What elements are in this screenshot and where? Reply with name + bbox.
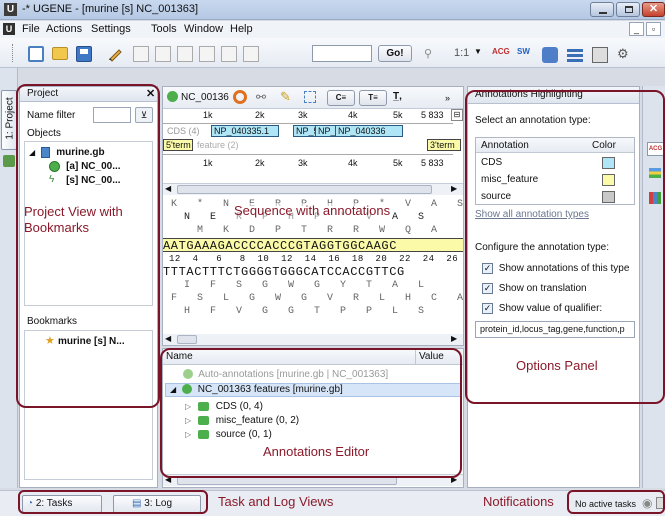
align-icon[interactable] — [567, 47, 583, 63]
sequence-tab-icon — [167, 91, 178, 102]
select-region-icon[interactable] — [304, 91, 316, 103]
highlight-icon[interactable]: ✎ — [280, 89, 291, 105]
callout-project-view: Project View with Bookmarks — [24, 204, 123, 235]
five-prime-term-feature[interactable]: 5'term — [163, 139, 193, 151]
callout-notifications: Notifications — [483, 494, 554, 509]
menu-actions[interactable]: Actions — [46, 23, 82, 35]
app-icon: U — [4, 3, 17, 16]
minimize-button[interactable] — [590, 2, 614, 17]
menu-tools[interactable]: Tools — [151, 23, 177, 35]
find-pattern-icon[interactable] — [542, 47, 558, 63]
maximize-button[interactable] — [616, 2, 640, 17]
new-document-icon[interactable] — [28, 46, 44, 62]
paste-icon[interactable] — [155, 46, 171, 62]
title-bar: U -* UGENE - [murine [s] NC_001363] ✕ — [0, 0, 665, 20]
menu-app-icon[interactable]: U — [3, 23, 15, 35]
goto-position-input[interactable] — [312, 45, 372, 62]
project-side-icon — [3, 155, 15, 167]
callout-box-task-log — [18, 490, 208, 514]
overflow-icon[interactable]: » — [445, 93, 450, 103]
translation-toggle-button[interactable]: T≡ — [359, 90, 387, 106]
three-prime-term-feature[interactable]: 3'term — [427, 139, 461, 151]
copy-icon[interactable] — [133, 46, 149, 62]
zoom-level: 1:1 — [454, 47, 470, 59]
overview-scrollbar-thumb[interactable] — [177, 185, 432, 194]
feature-track-label: feature (2) — [197, 140, 239, 150]
window-title: -* UGENE - [murine [s] NC_001363] — [22, 3, 199, 15]
complement-toggle-button[interactable]: C≡ — [327, 90, 355, 106]
overview-toggle-button[interactable]: ⊟ — [451, 109, 463, 121]
cds-feature-1[interactable]: NP_040335.1 — [211, 125, 279, 137]
edit-icon[interactable] — [107, 46, 123, 62]
mdi-minimize-button[interactable]: _ — [629, 22, 644, 36]
misc-feature-track: 5'term feature (2) 3'term — [163, 139, 463, 152]
save-icon[interactable] — [76, 46, 92, 62]
sequence-tab-label[interactable]: NC_00136 — [181, 92, 229, 103]
mdi-restore-button[interactable]: ▫ — [646, 22, 661, 36]
callout-task-log: Task and Log Views — [218, 494, 334, 509]
side-tab-project[interactable]: 1: Project — [1, 90, 17, 150]
translation-row-4: I F S G W G Y T A L — [171, 280, 425, 291]
open-folder-icon[interactable] — [52, 47, 68, 60]
copy-annotation-icon[interactable] — [243, 46, 259, 62]
callout-box-options — [465, 90, 665, 404]
details-scrollbar[interactable]: ◀ ▶ — [163, 334, 463, 345]
graphs-icon[interactable]: ⚯ — [256, 90, 266, 104]
callout-annotations-editor: Annotations Editor — [263, 444, 370, 459]
copy-translation-icon[interactable] — [221, 46, 237, 62]
callout-sequence: Sequence with annotations — [234, 203, 391, 219]
zoom-icon[interactable]: ⚲ — [424, 47, 432, 60]
cds-feature-4[interactable]: NP_040336 — [335, 125, 403, 137]
circular-view-icon[interactable] — [233, 90, 247, 104]
close-button[interactable]: ✕ — [642, 2, 665, 17]
cut-icon[interactable] — [177, 46, 193, 62]
zoom-dropdown-icon[interactable]: ▼ — [474, 47, 482, 56]
menu-file[interactable]: File — [22, 23, 40, 35]
cds-track-label: CDS (4) — [167, 126, 200, 136]
bottom-ruler: 1k 2k 3k 4k 5k 5 833 — [163, 154, 453, 170]
go-button[interactable]: Go! — [378, 45, 412, 62]
translation-row-5: F S L G W G V R L H C A — [171, 293, 464, 304]
callout-box-notifications — [567, 490, 665, 514]
overview-ruler: 1k 2k 3k 4k 5k 5 833 — [163, 110, 453, 124]
restriction-sites-icon[interactable]: ACG — [492, 47, 510, 56]
settings-icon[interactable]: ⚙ — [617, 47, 633, 63]
dna-complement-strand: TTTACTTTCTGGGGTGGGCATCCACCGTTCG — [163, 265, 405, 279]
sequence-toolbar: NC_00136 ⚯ ✎ C≡ T≡ T̲, » — [163, 87, 463, 109]
menu-help[interactable]: Help — [230, 23, 253, 35]
callout-box-project — [16, 84, 160, 408]
export-image-icon[interactable] — [592, 47, 608, 63]
position-numbers: 12 4 6 8 10 12 14 16 18 20 22 24 26 28 3… — [169, 254, 459, 264]
menu-settings[interactable]: Settings — [91, 23, 131, 35]
main-toolbar: Go! ⚲ 1:1 ▼ ACG SW ⚙ — [0, 38, 665, 68]
copy-complement-icon[interactable] — [199, 46, 215, 62]
callout-options-panel: Options Panel — [516, 358, 598, 373]
text-settings-icon[interactable]: T̲, — [393, 91, 402, 102]
translation-row-3: M K D P T R R W Q A — [171, 225, 438, 236]
menu-window[interactable]: Window — [184, 23, 223, 35]
translation-row-6: H F V G G T P P L S — [171, 306, 425, 317]
dna-forward-strand: AATGAAAGACCCCACCCGTAGGTGGCAAGC — [163, 238, 463, 253]
menu-bar: U File Actions Settings Tools Window Hel… — [0, 21, 665, 38]
cds-track: CDS (4) NP_040335.1 NP_5 NP_5 NP_040336 — [163, 125, 463, 138]
orf-icon[interactable]: SW — [517, 47, 530, 56]
overview-scrollbar[interactable]: ◀ ▶ — [163, 183, 463, 195]
